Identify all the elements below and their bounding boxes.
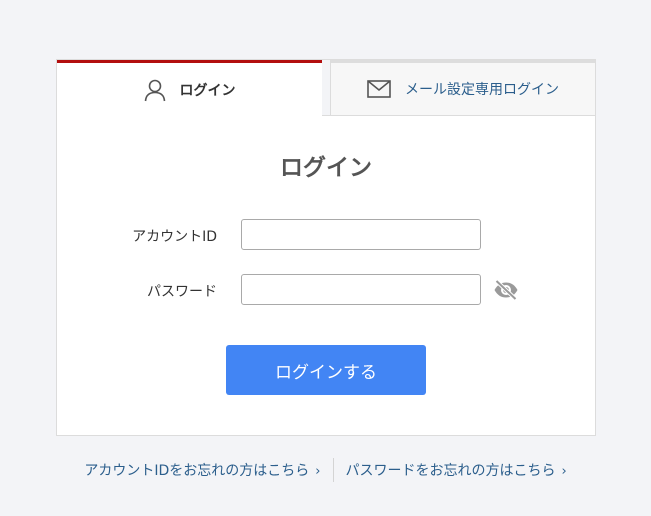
tab-mail-login-label: メール設定専用ログイン [405, 82, 559, 98]
chevron-right-icon: › [561, 464, 567, 479]
link-divider [333, 458, 335, 482]
tab-bar: ログイン メール設定専用ログイン [57, 60, 595, 116]
user-icon [144, 78, 166, 102]
tab-mail-login[interactable]: メール設定専用ログイン [330, 60, 595, 116]
form-title: ログイン [280, 155, 372, 181]
chevron-right-icon: › [315, 464, 321, 479]
tab-login[interactable]: ログイン [57, 60, 322, 116]
account-id-input[interactable] [241, 219, 481, 250]
password-input[interactable] [241, 274, 481, 305]
forgot-account-id-link[interactable]: アカウントIDをお忘れの方はこちら › [84, 460, 320, 480]
envelope-icon [367, 80, 391, 98]
forgot-password-link[interactable]: パスワードをお忘れの方はこちら › [345, 460, 566, 480]
login-submit-button[interactable]: ログインする [226, 345, 426, 395]
tab-login-label: ログイン [179, 82, 236, 99]
login-card: ログイン メール設定専用ログイン ログイン アカウントID パスワード ログイン… [56, 59, 596, 436]
tab-gap [322, 60, 330, 116]
eye-slash-icon[interactable] [493, 278, 519, 302]
help-links: アカウントIDをお忘れの方はこちら › パスワードをお忘れの方はこちら › [0, 457, 651, 483]
forgot-password-text: パスワードをお忘れの方はこちら [345, 463, 556, 479]
account-id-label: アカウントID [132, 229, 217, 245]
password-label: パスワード [147, 284, 217, 300]
forgot-account-id-text: アカウントIDをお忘れの方はこちら [84, 463, 310, 479]
